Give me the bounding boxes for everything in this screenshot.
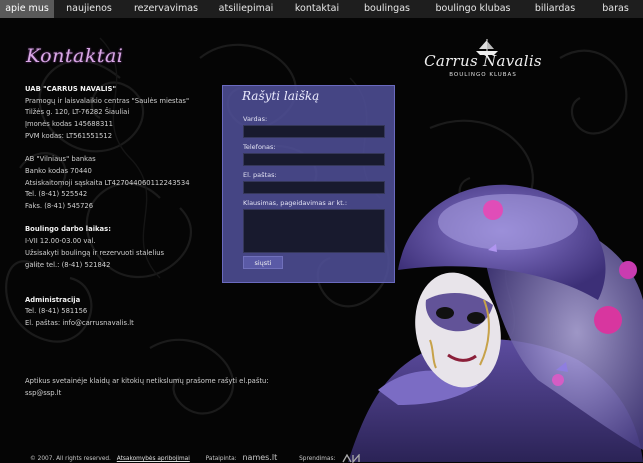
company-line: Tilžės g. 120, LT-76282 Šiauliai bbox=[25, 108, 130, 117]
company-line: PVM kodas: LT561551512 bbox=[25, 131, 113, 140]
nav-apie-mus[interactable]: apie mus bbox=[0, 0, 54, 18]
copyright-text: © 2007. All rights reserved. bbox=[30, 456, 111, 462]
logo-name: Carrus Navalis bbox=[424, 52, 542, 70]
bank-line: Faks. (8-41) 545726 bbox=[25, 202, 94, 211]
hours-line: Užsisakyti boulingą ir rezervuoti stalel… bbox=[25, 248, 165, 257]
solutions-label: Sprendimas: bbox=[299, 456, 336, 462]
main-nav: apie mus naujienos rezervavimas atsiliep… bbox=[0, 0, 643, 18]
error-report-text: Aptikus svetainėje klaidų ar kitokių net… bbox=[25, 377, 269, 385]
made-by-link[interactable]: names.lt bbox=[242, 453, 277, 462]
nav-biliardas[interactable]: biliardas bbox=[522, 0, 588, 18]
nav-naujienos[interactable]: naujienos bbox=[54, 0, 124, 18]
logo[interactable]: Carrus Navalis BOULINGO KLUBAS bbox=[424, 38, 544, 84]
hours-heading: Boulingo darbo laikas: bbox=[25, 225, 111, 234]
name-label: Vardas: bbox=[243, 115, 268, 123]
phone-label: Telefonas: bbox=[243, 143, 276, 151]
error-report-email[interactable]: ssp@ssp.lt bbox=[25, 387, 269, 399]
email-label: El. paštas: bbox=[243, 171, 277, 179]
nav-atsiliepimai[interactable]: atsiliepimai bbox=[208, 0, 284, 18]
hours-line: I-VII 12.00-03.00 val. bbox=[25, 237, 96, 246]
send-button[interactable]: siųsti bbox=[243, 256, 283, 269]
nav-kontaktai[interactable]: kontaktai bbox=[284, 0, 350, 18]
hours-line: galite tel.: (8-41) 521842 bbox=[25, 260, 111, 269]
nav-boulingo-klubas[interactable]: boulingo klubas bbox=[424, 0, 522, 18]
form-title: Rašyti laišką bbox=[242, 89, 320, 103]
nav-boulingas[interactable]: boulingas bbox=[350, 0, 424, 18]
company-line: Pramogų ir laisvalaikio centras "Saulės … bbox=[25, 96, 190, 105]
bank-line: Atsiskaitomoji sąskaita LT42704406011224… bbox=[25, 178, 190, 187]
admin-email[interactable]: El. paštas: info@carrusnavalis.lt bbox=[25, 318, 225, 330]
bank-line: Tel. (8-41) 525542 bbox=[25, 190, 88, 199]
contact-info: UAB "CARRUS NAVALIS" Pramogų ir laisvala… bbox=[25, 84, 225, 330]
bank-line: AB "Vilniaus" bankas bbox=[25, 155, 96, 164]
disclaimer-link[interactable]: Atsakomybės apribojimai bbox=[117, 456, 190, 462]
nav-rezervavimas[interactable]: rezervavimas bbox=[124, 0, 208, 18]
carnival-mask-photo bbox=[348, 184, 643, 462]
made-by-label: Pataipinta: bbox=[205, 456, 237, 462]
company-line: Įmonės kodas 145688311 bbox=[25, 120, 113, 129]
bank-line: Banko kodas 70440 bbox=[25, 166, 92, 175]
name-input[interactable] bbox=[243, 125, 385, 138]
page-title: Kontaktai bbox=[26, 45, 124, 67]
company-name: UAB "CARRUS NAVALIS" bbox=[25, 85, 116, 93]
nav-baras[interactable]: baras bbox=[588, 0, 643, 18]
admin-line: Tel. (8-41) 581156 bbox=[25, 307, 88, 316]
admin-heading: Administracija bbox=[25, 295, 81, 304]
error-report-note: Aptikus svetainėje klaidų ar kitokių net… bbox=[25, 375, 269, 399]
logo-subtitle: BOULINGO KLUBAS bbox=[449, 72, 517, 78]
